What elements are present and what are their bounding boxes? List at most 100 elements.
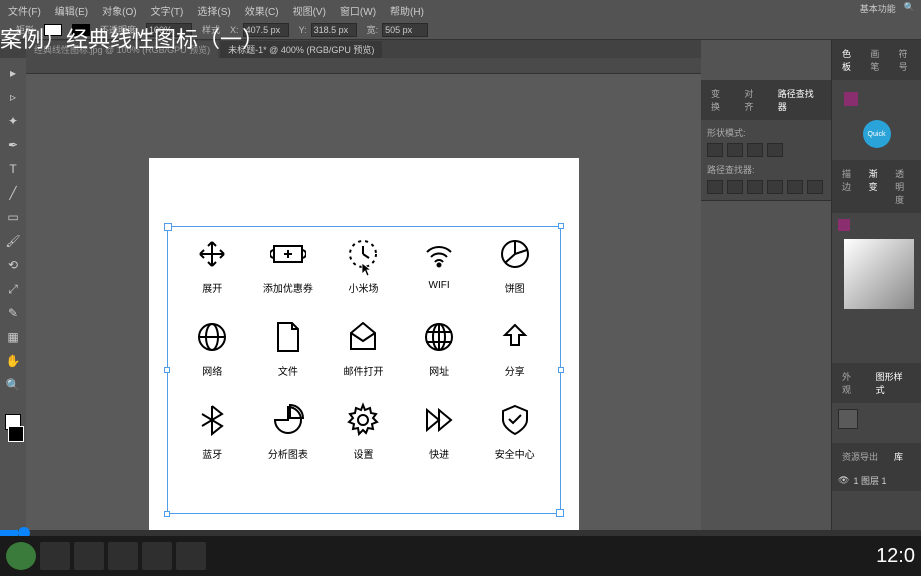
mail-open-icon [345,319,381,355]
video-title: 案例）经典线性图标（一） [0,22,264,54]
task-app3[interactable] [108,542,138,570]
workspace-switcher[interactable]: 基本功能 🔍 [860,2,915,15]
minusback-btn[interactable] [807,180,823,194]
forward-icon [421,402,457,438]
task-app2[interactable] [74,542,104,570]
menubar: 文件(F) 编辑(E) 对象(O) 文字(T) 选择(S) 效果(C) 视图(V… [0,0,921,20]
tools-panel: ▸ ▹ ✦ ✒ T ╱ ▭ 🖌 ⟲ ⤢ ✎ ▦ ✋ 🔍 [0,58,26,530]
tab-appearance[interactable]: 外观 [838,367,864,399]
icon-label: 快进 [429,446,449,461]
pathfinder-panel[interactable]: 变换 对齐 路径查找器 形状模式: 路径查找器: [701,80,831,201]
menu-window[interactable]: 窗口(W) [340,3,376,18]
grad-stop[interactable] [838,219,850,231]
tab-symbols[interactable]: 符号 [895,44,915,76]
tab-pathfinder[interactable]: 路径查找器 [774,84,825,116]
tab-swatches[interactable]: 色板 [838,44,858,76]
right-panels: 变换 对齐 路径查找器 形状模式: 路径查找器: 色板 画笔 符号 [701,40,921,530]
brush-tool[interactable]: 🖌 [4,232,22,250]
trim-btn[interactable] [727,180,743,194]
eye-icon[interactable]: 👁 [838,475,849,486]
wand-tool[interactable]: ✦ [4,112,22,130]
settings-icon [345,402,381,438]
canvas-area[interactable]: 展开 添加优惠券 小米场 WIFI 饼图 网络 文件 邮件打开 网址 分享 蓝牙… [26,58,701,530]
line-tool[interactable]: ╱ [4,184,22,202]
merge-btn[interactable] [747,180,763,194]
icon-label: 蓝牙 [202,446,222,461]
hand-tool[interactable]: ✋ [4,352,22,370]
shape-mode-label: 形状模式: [707,126,825,139]
tab-transparency[interactable]: 透明度 [891,164,915,209]
icon-label: 邮件打开 [343,363,383,378]
layer-row[interactable]: 👁 1 图层 1 [832,470,921,491]
artboard[interactable]: 展开 添加优惠券 小米场 WIFI 饼图 网络 文件 邮件打开 网址 分享 蓝牙… [149,158,579,530]
direct-select-tool[interactable]: ▹ [4,88,22,106]
minus-btn[interactable] [727,143,743,157]
pathfinder-label: 路径查找器: [707,163,825,176]
globe-icon [194,319,230,355]
crop-btn[interactable] [767,180,783,194]
tab-align[interactable]: 对齐 [740,84,765,116]
task-app5[interactable] [176,542,206,570]
pen-tool[interactable]: ✒ [4,136,22,154]
tab-brushes[interactable]: 画笔 [866,44,886,76]
tab-stroke[interactable]: 描边 [838,164,857,209]
task-app4[interactable] [142,542,172,570]
tab-gradient[interactable]: 渐变 [865,164,884,209]
menu-object[interactable]: 对象(O) [102,3,136,18]
icon-label: 添加优惠券 [263,280,313,295]
scale-tool[interactable]: ⤢ [4,280,22,298]
web-icon [421,319,457,355]
gradient-tool[interactable]: ▦ [4,328,22,346]
menu-type[interactable]: 文字(T) [151,3,184,18]
icon-label: 文件 [278,363,298,378]
share-icon [497,319,533,355]
icon-label: 网址 [429,363,449,378]
exclude-btn[interactable] [767,143,783,157]
menu-view[interactable]: 视图(V) [293,3,326,18]
icon-grid: 展开 添加优惠券 小米场 WIFI 饼图 网络 文件 邮件打开 网址 分享 蓝牙… [179,236,549,461]
style-thumb[interactable] [838,409,858,429]
icon-label: 分析图表 [268,446,308,461]
coupon-icon [270,236,306,272]
type-tool[interactable]: T [4,160,22,178]
chart-icon [270,402,306,438]
move-icon [194,236,230,272]
taskbar: 12:0 [0,536,921,576]
unite-btn[interactable] [707,143,723,157]
icon-label: 安全中心 [495,446,535,461]
rotate-tool[interactable]: ⟲ [4,256,22,274]
icon-label: 小米场 [348,280,378,295]
icon-label: 设置 [353,446,373,461]
zoom-tool[interactable]: 🔍 [4,376,22,394]
selection-tool[interactable]: ▸ [4,64,22,82]
tab-graphic-styles[interactable]: 图形样式 [872,367,915,399]
menu-edit[interactable]: 编辑(E) [55,3,88,18]
bluetooth-icon [194,402,230,438]
tab-asset-export[interactable]: 资源导出 [838,447,882,466]
quick-actions[interactable]: Quick [863,120,891,148]
icon-label: 网络 [202,363,222,378]
intersect-btn[interactable] [747,143,763,157]
start-button[interactable] [6,542,36,570]
tab-libraries[interactable]: 库 [890,447,907,466]
menu-select[interactable]: 选择(S) [197,3,230,18]
clock: 12:0 [876,545,915,568]
color-swatch[interactable] [844,92,858,106]
divide-btn[interactable] [707,180,723,194]
menu-file[interactable]: 文件(F) [8,3,41,18]
tab-transform[interactable]: 变换 [707,84,732,116]
gradient-preview[interactable] [844,239,914,309]
w-input[interactable] [382,23,428,37]
menu-effect[interactable]: 效果(C) [245,3,279,18]
stroke-color[interactable] [8,426,24,442]
y-input[interactable] [311,23,357,37]
icon-label: WIFI [429,280,450,291]
task-app1[interactable] [40,542,70,570]
menu-help[interactable]: 帮助(H) [390,3,424,18]
timer-icon [345,236,381,272]
eyedropper-tool[interactable]: ✎ [4,304,22,322]
search-icon[interactable]: 🔍 [904,2,915,15]
icon-label: 分享 [505,363,525,378]
rect-tool[interactable]: ▭ [4,208,22,226]
outline-btn[interactable] [787,180,803,194]
